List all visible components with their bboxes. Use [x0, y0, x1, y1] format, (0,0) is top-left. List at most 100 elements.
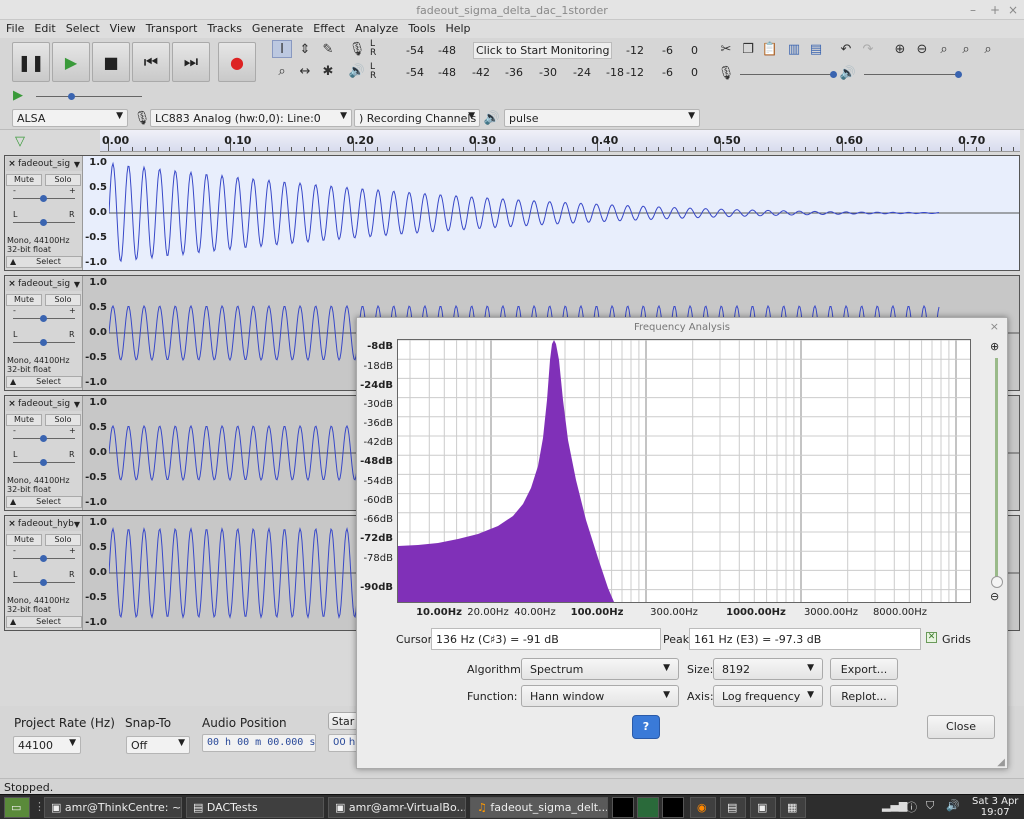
pause-button[interactable]: ❚❚ — [12, 42, 50, 82]
selection-start-field[interactable]: 00 h — [328, 734, 358, 752]
draw-tool[interactable]: ✎ — [318, 40, 338, 58]
zoom-out-button[interactable]: ⊖ — [912, 40, 932, 58]
clipboard-tray-icon[interactable]: ⓘ — [906, 799, 917, 815]
zoom-out-icon[interactable]: ⊖ — [990, 590, 999, 603]
pan-knob[interactable] — [40, 459, 47, 466]
track-name-menu[interactable]: × fadeout_hyb ▼ — [6, 517, 82, 531]
playback-device-dropdown[interactable]: pulse ▼ — [504, 109, 700, 127]
skip-end-button[interactable]: ⏭ — [172, 42, 210, 82]
gain-knob[interactable] — [40, 555, 47, 562]
vertical-zoom-knob[interactable] — [991, 576, 1003, 588]
task-terminal-2[interactable]: ▣ amr@amr-VirtualBo... — [328, 797, 466, 818]
export-button[interactable]: Export... — [830, 658, 898, 680]
playback-volume-knob[interactable] — [955, 71, 962, 78]
audio-position-field[interactable]: 00 h 00 m 00.000 s — [202, 734, 316, 752]
help-button[interactable]: ? — [632, 715, 660, 739]
cursor-value-field[interactable]: 136 Hz (C♯3) = -91 dB — [431, 628, 661, 650]
recording-channels-dropdown[interactable]: ) Recording Channels ▼ — [354, 109, 480, 127]
clock[interactable]: Sat 3 Apr 19:07 — [972, 796, 1018, 818]
trim-button[interactable]: ▥ — [784, 40, 804, 58]
track-close-icon[interactable]: × — [6, 519, 18, 529]
close-window-icon[interactable]: × — [1008, 3, 1018, 17]
minimize-icon[interactable]: – — [970, 3, 976, 17]
track-select-button[interactable]: ▲ Select — [6, 616, 82, 628]
shield-icon[interactable]: ⛉ — [926, 799, 934, 813]
axis-dropdown[interactable]: Log frequency ▼ — [713, 685, 823, 707]
track-name-menu[interactable]: × fadeout_sig ▼ — [6, 277, 82, 291]
track-select-button[interactable]: ▲ Select — [6, 496, 82, 508]
network-icon[interactable]: ▂▄▆ — [882, 799, 907, 812]
pan-knob[interactable] — [40, 339, 47, 346]
launcher-firefox[interactable]: ◉ — [690, 797, 716, 818]
audio-host-dropdown[interactable]: ALSA ▼ — [12, 109, 128, 127]
skip-start-button[interactable]: ⏮ — [132, 42, 170, 82]
workspace-1[interactable] — [612, 797, 634, 818]
copy-button[interactable]: ❐ — [738, 40, 758, 58]
solo-button[interactable]: Solo — [45, 534, 81, 546]
waveform[interactable] — [109, 156, 1019, 270]
menu-view[interactable]: View — [106, 20, 142, 38]
pinned-play-head-icon[interactable]: ▽ — [10, 132, 30, 150]
mute-button[interactable]: Mute — [6, 414, 42, 426]
stop-button[interactable]: ■ — [92, 42, 130, 82]
menu-effect[interactable]: Effect — [309, 20, 351, 38]
recording-volume-slider[interactable] — [740, 74, 836, 75]
mute-button[interactable]: Mute — [6, 294, 42, 306]
solo-button[interactable]: Solo — [45, 414, 81, 426]
dialog-close-icon[interactable]: × — [990, 320, 999, 333]
menu-transport[interactable]: Transport — [142, 20, 204, 38]
menu-tools[interactable]: Tools — [404, 20, 441, 38]
snap-to-dropdown[interactable]: Off ▼ — [126, 736, 190, 754]
task-terminal-1[interactable]: ▣ amr@ThinkCentre: ~... — [44, 797, 182, 818]
play-speed-slider[interactable] — [36, 96, 142, 97]
zoom-tool[interactable]: ⌕ — [272, 62, 292, 80]
play-speed-knob[interactable] — [68, 93, 75, 100]
ruler-scale[interactable]: 0.00 0.10 0.20 0.30 0.40 0.50 0.60 0.70 — [100, 130, 1020, 152]
envelope-tool[interactable]: ⇕ — [295, 40, 315, 58]
gain-knob[interactable] — [40, 435, 47, 442]
menu-help[interactable]: Help — [441, 20, 476, 38]
multi-tool[interactable]: ✱ — [318, 62, 338, 80]
start-monitoring-button[interactable]: Click to Start Monitoring — [473, 42, 613, 59]
maximize-icon[interactable]: + — [990, 3, 1000, 17]
close-button[interactable]: Close — [927, 715, 995, 739]
vertical-zoom-slider[interactable] — [995, 358, 998, 580]
track-close-icon[interactable]: × — [6, 399, 18, 409]
fit-project-button[interactable]: ⌕ — [956, 40, 976, 58]
paste-button[interactable]: 📋 — [760, 40, 780, 58]
launcher-app[interactable]: ▦ — [780, 797, 806, 818]
selection-tool[interactable]: I — [272, 40, 292, 58]
recording-device-dropdown[interactable]: LC883 Analog (hw:0,0): Line:0 ▼ — [150, 109, 352, 127]
play-meter-button[interactable]: 🔊 — [347, 62, 367, 80]
mute-button[interactable]: Mute — [6, 174, 42, 186]
zoom-toggle-button[interactable]: ⌕ — [978, 40, 998, 58]
play-at-speed-button[interactable]: ▶ — [8, 86, 28, 104]
menu-analyze[interactable]: Analyze — [351, 20, 404, 38]
menu-generate[interactable]: Generate — [248, 20, 309, 38]
selection-start-toggle[interactable]: Star — [328, 712, 358, 730]
menu-file[interactable]: File — [2, 20, 30, 38]
audio-track[interactable]: × fadeout_sig ▼ Mute Solo - + L R Mono, 44100Hz 32… — [4, 155, 1020, 271]
peak-value-field[interactable]: 161 Hz (E3) = -97.3 dB — [689, 628, 921, 650]
track-close-icon[interactable]: × — [6, 279, 18, 289]
start-menu-button[interactable]: ▭ — [4, 797, 30, 818]
spectrum-plot[interactable] — [397, 339, 971, 603]
record-button[interactable]: ● — [218, 42, 256, 82]
size-dropdown[interactable]: 8192 ▼ — [713, 658, 823, 680]
launcher-screen[interactable]: ▣ — [750, 797, 776, 818]
fit-selection-button[interactable]: ⌕ — [934, 40, 954, 58]
track-select-button[interactable]: ▲ Select — [6, 256, 82, 268]
launcher-files[interactable]: ▤ — [720, 797, 746, 818]
play-button[interactable]: ▶ — [52, 42, 90, 82]
redo-button[interactable]: ↷ — [858, 40, 878, 58]
task-folder[interactable]: ▤ DACTests — [186, 797, 324, 818]
gain-knob[interactable] — [40, 195, 47, 202]
zoom-in-button[interactable]: ⊕ — [890, 40, 910, 58]
grids-checkbox[interactable]: ✕ — [926, 632, 937, 643]
function-dropdown[interactable]: Hann window ▼ — [521, 685, 679, 707]
pan-knob[interactable] — [40, 219, 47, 226]
solo-button[interactable]: Solo — [45, 174, 81, 186]
gain-knob[interactable] — [40, 315, 47, 322]
record-meter-button[interactable]: 🎙 — [347, 40, 367, 58]
recording-volume-knob[interactable] — [830, 71, 837, 78]
